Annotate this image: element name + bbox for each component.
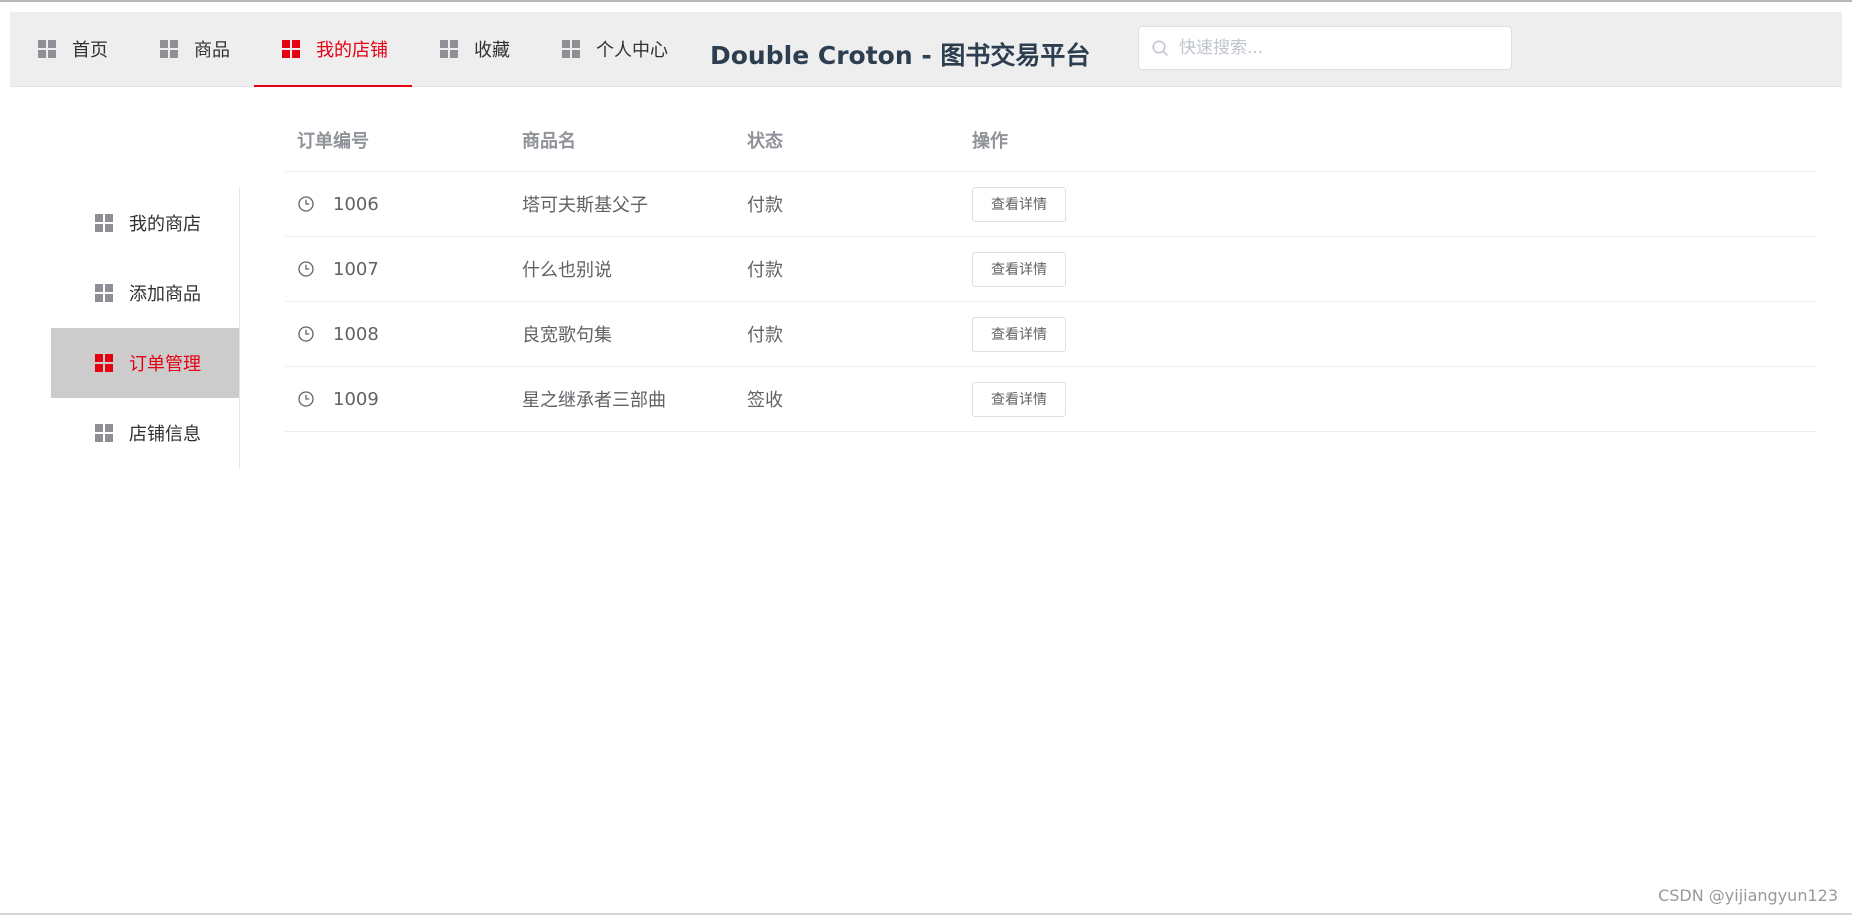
shop-sidebar: 我的商店 添加商品 订单管理 店铺信息 <box>51 188 240 468</box>
clock-icon <box>298 196 314 212</box>
action-cell: 查看详情 <box>960 316 1816 352</box>
search-icon <box>1152 40 1168 56</box>
order-id: 1007 <box>333 258 379 280</box>
action-cell: 查看详情 <box>960 251 1816 287</box>
grid-icon <box>95 284 113 302</box>
grid-icon <box>282 40 300 58</box>
product-name: 什么也别说 <box>522 260 612 281</box>
table-row: 1008 良宽歌句集 付款 查看详情 <box>285 302 1816 367</box>
order-id-cell: 1007 <box>285 259 510 280</box>
grid-icon <box>95 424 113 442</box>
sidebar-item-label: 订单管理 <box>129 354 201 375</box>
action-cell: 查看详情 <box>960 186 1816 222</box>
order-id-cell: 1008 <box>285 324 510 345</box>
sidebar-item-shop-info[interactable]: 店铺信息 <box>51 398 239 468</box>
product-name: 良宽歌句集 <box>522 325 612 346</box>
search-box[interactable] <box>1138 26 1512 70</box>
sidebar-item-my-store[interactable]: 我的商店 <box>51 188 239 258</box>
grid-icon <box>95 214 113 232</box>
sidebar-item-add-product[interactable]: 添加商品 <box>51 258 239 328</box>
nav-item-label: 个人中心 <box>596 40 668 61</box>
nav-item-label: 商品 <box>194 40 230 61</box>
watermark: CSDN @yijiangyun123 <box>1658 886 1838 905</box>
table-row: 1009 星之继承者三部曲 签收 查看详情 <box>285 367 1816 432</box>
grid-icon <box>160 40 178 58</box>
nav-item-products[interactable]: 商品 <box>132 12 254 86</box>
grid-icon <box>562 40 580 58</box>
order-status: 付款 <box>747 260 783 281</box>
grid-icon <box>38 40 56 58</box>
product-name: 星之继承者三部曲 <box>522 390 666 411</box>
view-details-button[interactable]: 查看详情 <box>972 381 1066 417</box>
table-row: 1007 什么也别说 付款 查看详情 <box>285 237 1816 302</box>
column-header-order-id: 订单编号 <box>297 130 369 152</box>
top-navbar: 首页 商品 我的店铺 收藏 个人中心 Double Croton - 图书交易平… <box>10 12 1842 87</box>
sidebar-item-label: 添加商品 <box>129 284 201 305</box>
action-cell: 查看详情 <box>960 381 1816 417</box>
order-status: 签收 <box>747 390 783 411</box>
grid-icon <box>95 354 113 372</box>
order-id: 1006 <box>333 193 379 215</box>
nav-item-label: 我的店铺 <box>316 40 388 61</box>
orders-table: 订单编号 商品名 状态 操作 1006 塔可夫斯基父子 付款 查看详情 1007… <box>285 108 1816 432</box>
nav-item-label: 收藏 <box>474 40 510 61</box>
sidebar-item-label: 我的商店 <box>129 214 201 235</box>
column-header-product-name: 商品名 <box>522 130 576 152</box>
sidebar-item-order-management[interactable]: 订单管理 <box>51 328 239 398</box>
view-details-button[interactable]: 查看详情 <box>972 186 1066 222</box>
order-id-cell: 1009 <box>285 389 510 410</box>
view-details-button[interactable]: 查看详情 <box>972 251 1066 287</box>
nav-item-home[interactable]: 首页 <box>10 12 132 86</box>
order-id: 1008 <box>333 323 379 345</box>
clock-icon <box>298 261 314 277</box>
order-id: 1009 <box>333 388 379 410</box>
view-details-button[interactable]: 查看详情 <box>972 316 1066 352</box>
nav-menu: 首页 商品 我的店铺 收藏 个人中心 <box>10 12 692 87</box>
column-header-status: 状态 <box>747 130 783 152</box>
clock-icon <box>298 326 314 342</box>
order-id-cell: 1006 <box>285 194 510 215</box>
nav-item-my-shop[interactable]: 我的店铺 <box>254 12 412 87</box>
grid-icon <box>440 40 458 58</box>
column-header-action: 操作 <box>972 130 1008 152</box>
sidebar-item-label: 店铺信息 <box>129 424 201 445</box>
nav-item-label: 首页 <box>72 40 108 61</box>
order-status: 付款 <box>747 325 783 346</box>
search-input[interactable] <box>1177 37 1497 59</box>
product-name: 塔可夫斯基父子 <box>522 195 648 216</box>
nav-item-profile[interactable]: 个人中心 <box>534 12 692 86</box>
table-header: 订单编号 商品名 状态 操作 <box>285 108 1816 172</box>
clock-icon <box>298 391 314 407</box>
top-border <box>0 0 1852 2</box>
table-row: 1006 塔可夫斯基父子 付款 查看详情 <box>285 172 1816 237</box>
nav-item-favorites[interactable]: 收藏 <box>412 12 534 86</box>
site-title: Double Croton - 图书交易平台 <box>710 41 1091 70</box>
order-status: 付款 <box>747 195 783 216</box>
